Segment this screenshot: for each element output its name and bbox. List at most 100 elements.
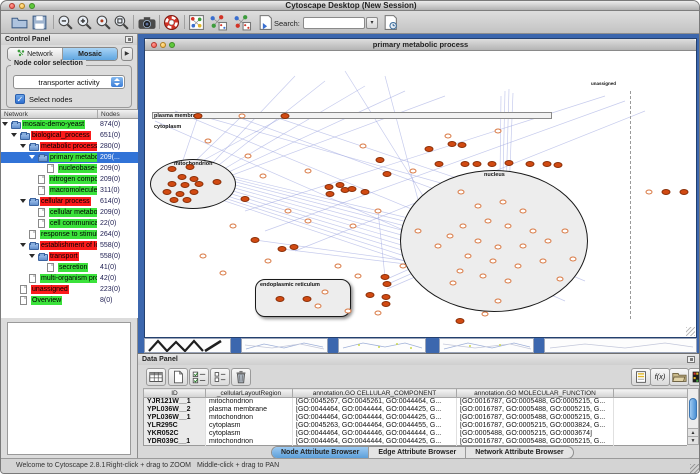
network-node[interactable]: [545, 239, 552, 244]
network-node[interactable]: [543, 161, 552, 167]
network-node[interactable]: [194, 113, 203, 119]
network-node[interactable]: [381, 274, 390, 280]
tree-expander-icon[interactable]: [29, 155, 35, 159]
tree-row[interactable]: cell communicati22(0): [1, 218, 138, 229]
network-node[interactable]: [375, 209, 382, 214]
table-row[interactable]: YPL036W__2plasma membrane[GO:0044464, GO…: [144, 406, 688, 414]
new-attribute-icon[interactable]: [168, 368, 188, 386]
tree-row[interactable]: Overview8(0): [1, 295, 138, 306]
table-row[interactable]: YDR039C__1mitochondrion[GO:0044464, GO:0…: [144, 438, 688, 446]
tree-row[interactable]: unassigned223(0): [1, 284, 138, 295]
scroll-up-arrow[interactable]: ▲: [688, 428, 698, 436]
formula-fx-icon[interactable]: f(x): [650, 368, 670, 386]
tab-network[interactable]: Network: [8, 48, 63, 60]
network-node[interactable]: [176, 191, 185, 197]
network-node[interactable]: [400, 264, 407, 269]
network-node[interactable]: [303, 296, 312, 302]
network-node[interactable]: [425, 146, 434, 152]
tree-row[interactable]: macromolecule311(0): [1, 185, 138, 196]
network-node[interactable]: [515, 264, 522, 269]
background-window-fragment[interactable]: [439, 338, 534, 353]
network-node[interactable]: [530, 229, 537, 234]
network-node[interactable]: [410, 169, 417, 174]
network-node[interactable]: [475, 204, 482, 209]
attribute-list-icon[interactable]: [631, 368, 651, 386]
network-node[interactable]: [435, 244, 442, 249]
window-titlebar[interactable]: Cytoscape Desktop (New Session): [1, 1, 700, 11]
network-node[interactable]: [505, 279, 512, 284]
network-overlay-icon-a[interactable]: [208, 14, 228, 31]
tab-network-attribute-browser[interactable]: Network Attribute Browser: [466, 447, 572, 458]
tree-row[interactable]: biological_process651(0): [1, 130, 138, 141]
network-node[interactable]: [383, 281, 392, 287]
network-node[interactable]: [205, 139, 212, 144]
page-history-icon[interactable]: [382, 14, 399, 31]
network-node[interactable]: [178, 174, 187, 180]
select-attributes-icon[interactable]: [189, 368, 209, 386]
network-node[interactable]: [485, 219, 492, 224]
tree-row[interactable]: secretion41(0): [1, 262, 138, 273]
network-node[interactable]: [500, 200, 507, 205]
network-node[interactable]: [245, 154, 252, 159]
table-column-header[interactable]: _cellularLayoutRegion: [206, 389, 293, 398]
network-node[interactable]: [554, 162, 563, 168]
network-node[interactable]: [505, 160, 514, 166]
tree-column-nodes[interactable]: Nodes: [98, 110, 138, 118]
network-node[interactable]: [562, 229, 569, 234]
frame-titlebar[interactable]: primary metabolic process: [145, 39, 696, 51]
zoom-fit-icon[interactable]: [113, 14, 130, 31]
network-node[interactable]: [181, 182, 190, 188]
matrix-view-icon[interactable]: [688, 368, 700, 386]
network-node[interactable]: [183, 197, 192, 203]
network-node[interactable]: [170, 197, 179, 203]
network-node[interactable]: [465, 254, 472, 259]
search-dropdown-button[interactable]: ▾: [366, 17, 378, 29]
tree-row[interactable]: nucleobase-con209(0): [1, 163, 138, 174]
table-row[interactable]: YJR121W__1mitochondrion[GO:0045267, GO:0…: [144, 398, 688, 406]
tab-node-attribute-browser[interactable]: Node Attribute Browser: [272, 447, 369, 458]
network-node[interactable]: [168, 166, 177, 172]
unselect-attributes-icon[interactable]: [210, 368, 230, 386]
tree-row[interactable]: multi-organism pro42(0): [1, 273, 138, 284]
network-node[interactable]: [366, 292, 375, 298]
import-page-icon[interactable]: [257, 14, 274, 31]
network-node[interactable]: [456, 318, 465, 324]
tree-expander-icon[interactable]: [29, 254, 35, 258]
birds-eye-view[interactable]: [7, 322, 131, 455]
tree-row[interactable]: nitrogen compou209(0): [1, 174, 138, 185]
tree-expander-icon[interactable]: [20, 144, 26, 148]
network-node[interactable]: [458, 190, 465, 195]
network-node[interactable]: [326, 191, 335, 197]
network-node[interactable]: [482, 312, 489, 317]
network-node[interactable]: [495, 299, 502, 304]
network-node[interactable]: [213, 179, 222, 185]
tree-column-network[interactable]: Network: [1, 110, 98, 118]
network-node[interactable]: [490, 259, 497, 264]
network-node[interactable]: [375, 311, 382, 316]
scrollbar-thumb[interactable]: [689, 398, 697, 420]
network-node[interactable]: [473, 161, 482, 167]
network-node[interactable]: [448, 141, 457, 147]
network-node[interactable]: [458, 142, 467, 148]
network-node[interactable]: [475, 239, 482, 244]
network-node[interactable]: [355, 274, 362, 279]
network-node[interactable]: [186, 164, 195, 170]
zoom-in-icon[interactable]: [76, 14, 93, 31]
tab-overflow-arrow[interactable]: ▶: [121, 47, 133, 61]
table-row[interactable]: YLR295Ccytoplasm[GO:0045263, GO:0044464,…: [144, 422, 688, 430]
vizmapper-grid-icon[interactable]: [188, 14, 205, 31]
network-node[interactable]: [460, 224, 467, 229]
tree-expander-icon[interactable]: [11, 133, 17, 137]
table-scrollbar[interactable]: ▲▼: [687, 388, 699, 445]
network-node[interactable]: [382, 294, 391, 300]
table-column-header[interactable]: annotation.GO MOLECULAR_FUNCTION: [457, 389, 614, 398]
table-row[interactable]: YPL036W__1mitochondrion[GO:0044464, GO:0…: [144, 414, 688, 422]
network-node[interactable]: [200, 254, 207, 259]
attribute-grid-icon[interactable]: [146, 368, 166, 386]
network-node[interactable]: [335, 264, 342, 269]
network-node[interactable]: [495, 245, 502, 250]
zoom-selected-icon[interactable]: [95, 14, 112, 31]
network-node[interactable]: [220, 271, 227, 276]
network-node[interactable]: [190, 189, 199, 195]
network-node[interactable]: [345, 309, 352, 314]
